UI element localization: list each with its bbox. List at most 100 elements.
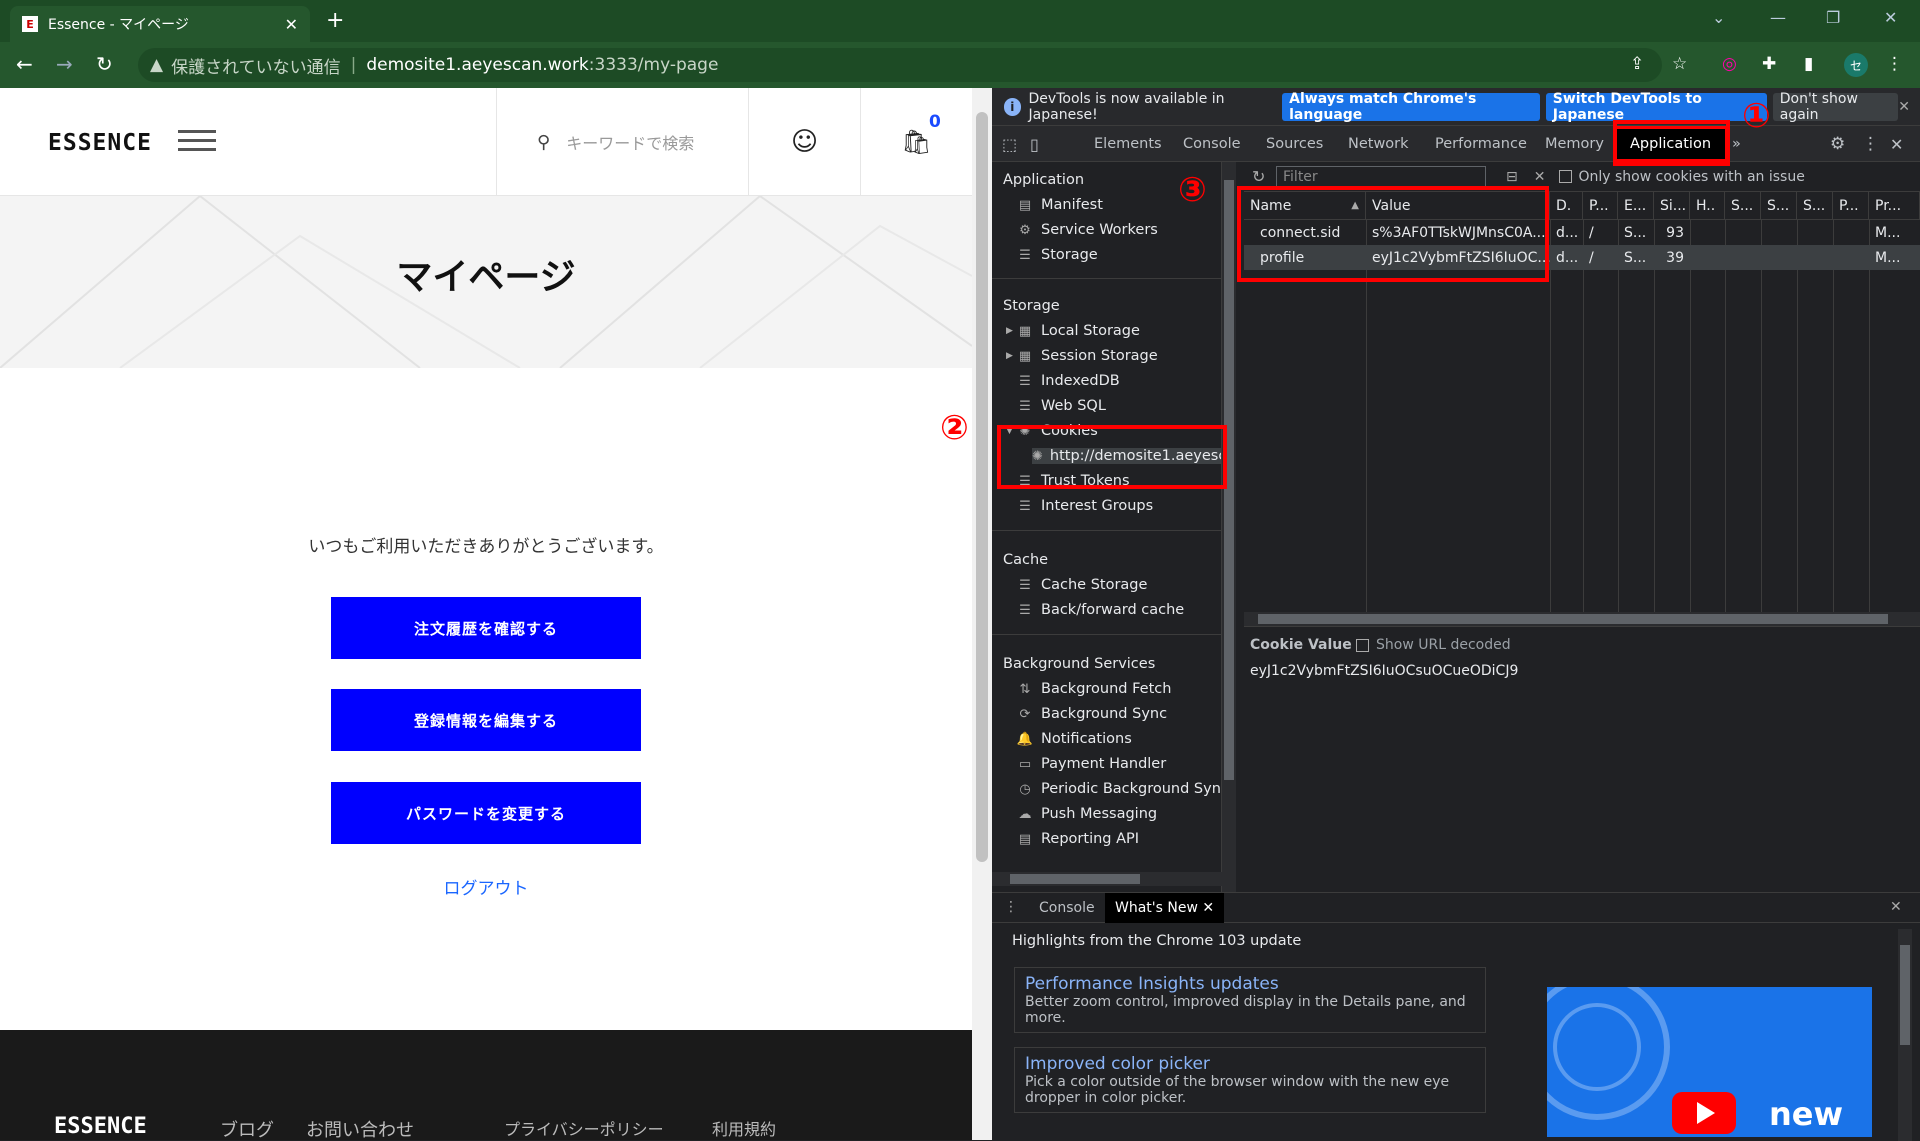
- drawer-tab-whats-new[interactable]: What's New ✕: [1105, 893, 1225, 923]
- sidebar-item-indexeddb[interactable]: ☰ IndexedDB: [1016, 373, 1120, 389]
- match-language-button[interactable]: Always match Chrome's language: [1282, 91, 1540, 123]
- browser-tab[interactable]: E Essence - マイページ ✕: [10, 6, 310, 42]
- sidebar-item-local-storage[interactable]: ▶ ▦ Local Storage: [1006, 323, 1140, 339]
- minimize-icon[interactable]: —: [1770, 8, 1786, 27]
- sidebar-item-push-messaging[interactable]: ☁ Push Messaging: [1016, 806, 1158, 822]
- delete-selected-icon[interactable]: ✕: [1534, 169, 1546, 185]
- side-panel-icon[interactable]: ▮: [1804, 54, 1813, 74]
- page-scrollbar[interactable]: [972, 88, 992, 1140]
- devtools-close-icon[interactable]: ✕: [1890, 126, 1903, 162]
- sidebar-item-payment-handler[interactable]: ▭ Payment Handler: [1016, 756, 1166, 772]
- table-horizontal-scrollbar[interactable]: [1244, 612, 1920, 626]
- col-header-sameparty[interactable]: S...: [1797, 192, 1833, 220]
- address-bar[interactable]: ▲ 保護されていない通信 | demosite1.aeyescan.work :…: [138, 48, 1662, 82]
- extension-color-icon[interactable]: ◎: [1722, 54, 1737, 74]
- whats-new-card[interactable]: Performance Insights updates Better zoom…: [1014, 967, 1486, 1033]
- file-icon: ▤: [1018, 197, 1032, 213]
- sidebar-item-session-storage[interactable]: ▶ ▦ Session Storage: [1006, 348, 1158, 364]
- profile-avatar[interactable]: セ: [1844, 53, 1868, 77]
- share-icon[interactable]: ⇪: [1630, 54, 1644, 74]
- extensions-puzzle-icon[interactable]: ✚: [1762, 54, 1776, 74]
- site-search[interactable]: ⚲ キーワードで検索: [496, 88, 748, 196]
- bookmark-star-icon[interactable]: ☆: [1672, 54, 1687, 74]
- change-password-button[interactable]: パスワードを変更する: [331, 782, 641, 844]
- switch-japanese-button[interactable]: Switch DevTools to Japanese: [1545, 91, 1767, 123]
- sidebar-item-interest-groups[interactable]: ☰ Interest Groups: [1016, 498, 1153, 514]
- col-header-partition[interactable]: P...: [1833, 192, 1869, 220]
- device-toolbar-icon[interactable]: ▯: [1030, 126, 1039, 162]
- sidebar-item-periodic-sync[interactable]: ◷ Periodic Background Sync: [1016, 781, 1221, 797]
- edit-profile-button[interactable]: 登録情報を編集する: [331, 689, 641, 751]
- sidebar-item-manifest[interactable]: ▤ Manifest: [1016, 197, 1103, 213]
- settings-gear-icon[interactable]: ⚙: [1830, 126, 1845, 162]
- col-header-priority[interactable]: Pr...: [1869, 192, 1920, 220]
- sidebar-item-storage[interactable]: ☰ Storage: [1016, 247, 1098, 263]
- hamburger-menu-icon[interactable]: [178, 130, 216, 152]
- back-icon[interactable]: ←: [16, 52, 33, 76]
- col-header-expires[interactable]: E...: [1618, 192, 1654, 220]
- inspect-element-icon[interactable]: ⬚: [1002, 126, 1017, 162]
- show-decoded-checkbox[interactable]: [1356, 639, 1369, 652]
- col-header-secure[interactable]: S...: [1725, 192, 1761, 220]
- tab-performance[interactable]: Performance: [1435, 126, 1527, 162]
- sidebar-item-background-sync[interactable]: ⟳ Background Sync: [1016, 706, 1168, 722]
- footer-logo[interactable]: ESSENCE: [54, 1114, 147, 1139]
- card-title: Improved color picker: [1025, 1054, 1210, 1074]
- menu-dots-icon[interactable]: ⋮: [1886, 54, 1903, 74]
- sidebar-item-cache-storage[interactable]: ☰ Cache Storage: [1016, 577, 1147, 593]
- issue-only-checkbox[interactable]: [1559, 170, 1573, 183]
- sidebar-item-websql[interactable]: ☰ Web SQL: [1016, 398, 1106, 414]
- reload-icon[interactable]: ↻: [96, 52, 113, 76]
- footer-link-terms[interactable]: 利用規約: [712, 1116, 776, 1140]
- selected-cookie-value[interactable]: eyJ1c2VybmFtZSI6IuOCsuOCueODiCJ9: [1250, 663, 1518, 679]
- expand-arrow-icon[interactable]: ▶: [1006, 326, 1016, 336]
- dont-show-again-button[interactable]: Don't show again: [1772, 91, 1899, 123]
- close-tab-icon[interactable]: ✕: [1202, 900, 1214, 916]
- forward-icon[interactable]: →: [56, 52, 73, 76]
- sidebar-item-notifications[interactable]: 🔔 Notifications: [1016, 731, 1132, 747]
- infobar-message: DevTools is now available in Japanese!: [1028, 90, 1225, 123]
- whats-new-video-thumbnail[interactable]: new: [1547, 987, 1872, 1137]
- tab-memory[interactable]: Memory: [1545, 126, 1604, 162]
- refresh-icon[interactable]: ↻: [1252, 167, 1265, 186]
- sidebar-item-reporting-api[interactable]: ▤ Reporting API: [1016, 831, 1139, 847]
- col-header-path[interactable]: P...: [1583, 192, 1618, 220]
- user-icon[interactable]: ☺: [748, 88, 860, 196]
- logout-link[interactable]: ログアウト: [0, 874, 972, 899]
- tab-network[interactable]: Network: [1348, 126, 1409, 162]
- drawer-tab-console[interactable]: Console: [1039, 900, 1095, 916]
- whats-new-card[interactable]: Improved color picker Pick a color outsi…: [1014, 1047, 1486, 1113]
- new-tab-button[interactable]: +: [326, 8, 344, 33]
- restore-icon[interactable]: ❐: [1826, 8, 1840, 27]
- tab-elements[interactable]: Elements: [1094, 126, 1162, 162]
- col-header-samesite[interactable]: S...: [1761, 192, 1797, 220]
- tab-console[interactable]: Console: [1183, 126, 1241, 162]
- sidebar-item-bfcache[interactable]: ☰ Back/forward cache: [1016, 602, 1184, 618]
- footer-link-blog[interactable]: ブログ: [220, 1116, 274, 1140]
- footer-link-contact[interactable]: お問い合わせ: [306, 1116, 414, 1140]
- devtools-menu-icon[interactable]: ⋮: [1862, 126, 1879, 162]
- tab-close-icon[interactable]: ✕: [285, 15, 298, 34]
- expand-arrow-icon[interactable]: ▶: [1006, 351, 1016, 361]
- cookie-filter-input[interactable]: Filter: [1276, 165, 1486, 188]
- tab-search-icon[interactable]: ⌄: [1712, 8, 1725, 27]
- drawer-close-icon[interactable]: ✕: [1890, 899, 1902, 915]
- site-logo[interactable]: ESSENCE: [48, 130, 152, 156]
- drawer-scrollbar[interactable]: [1898, 929, 1912, 1141]
- infobar-close-icon[interactable]: ✕: [1898, 99, 1910, 115]
- sidebar-scrollbar[interactable]: [1222, 162, 1236, 892]
- sidebar-item-service-workers[interactable]: ⚙ Service Workers: [1016, 222, 1158, 238]
- col-header-domain[interactable]: D.: [1550, 192, 1583, 220]
- cart-icon[interactable]: 🛍 0: [860, 88, 972, 196]
- drawer-menu-icon[interactable]: ⋮: [1004, 899, 1018, 915]
- clear-filtered-icon[interactable]: ⊟: [1506, 169, 1518, 185]
- col-header-httponly[interactable]: H..: [1690, 192, 1725, 220]
- sidebar-item-background-fetch[interactable]: ⇅ Background Fetch: [1016, 681, 1172, 697]
- sidebar-horizontal-scrollbar[interactable]: [992, 872, 1222, 886]
- footer-link-privacy[interactable]: プライバシーポリシー: [504, 1116, 664, 1140]
- order-history-button[interactable]: 注文履歴を確認する: [331, 597, 641, 659]
- window-close-icon[interactable]: ✕: [1884, 8, 1897, 27]
- tab-sources[interactable]: Sources: [1266, 126, 1323, 162]
- col-header-size[interactable]: Si...: [1654, 192, 1690, 220]
- more-tabs-icon[interactable]: »: [1732, 126, 1741, 162]
